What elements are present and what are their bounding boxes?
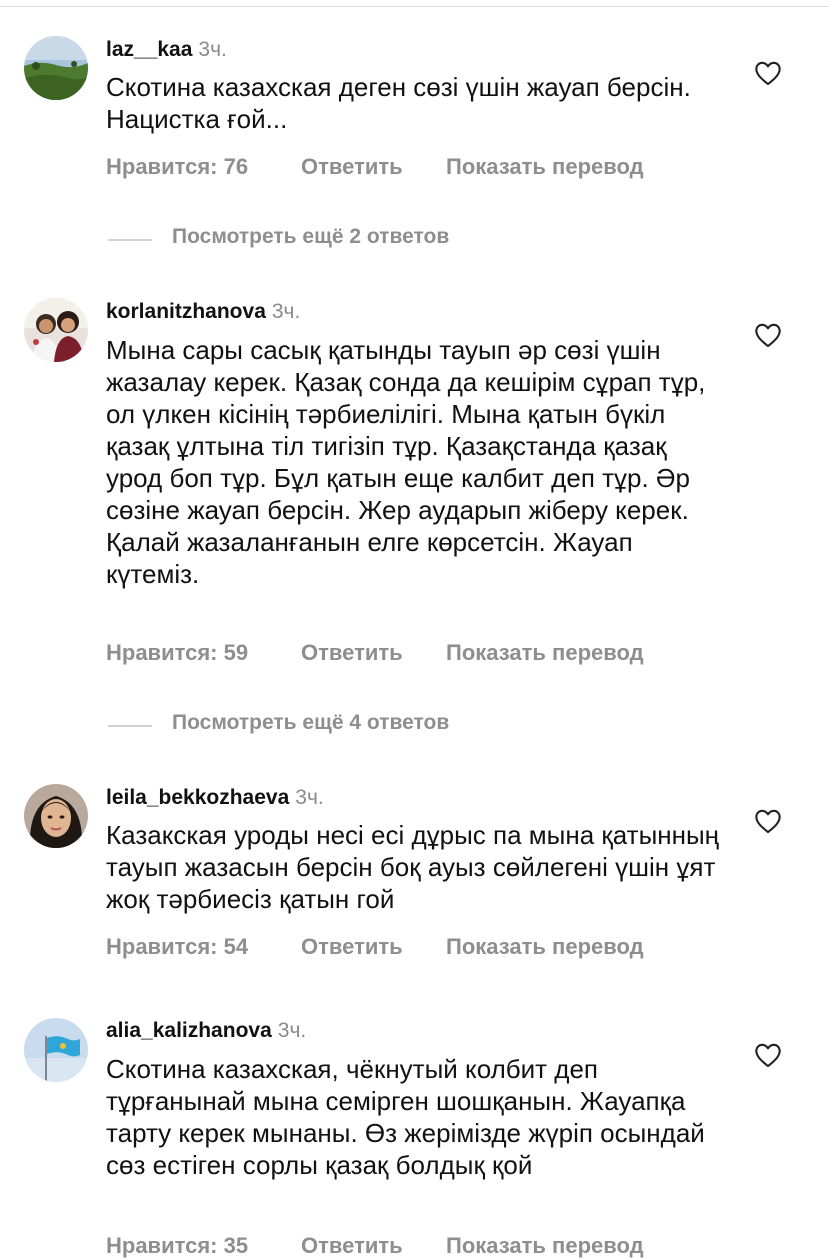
show-translation-button[interactable]: Показать перевод — [446, 1233, 644, 1259]
likes-count[interactable]: Нравится: 76 — [106, 154, 248, 180]
comment-time: 3ч. — [198, 38, 227, 61]
show-translation-button[interactable]: Показать перевод — [446, 934, 644, 960]
avatar[interactable] — [24, 1018, 88, 1082]
heart-outline-icon[interactable] — [754, 322, 782, 348]
heart-outline-icon[interactable] — [754, 60, 782, 86]
reply-button[interactable]: Ответить — [301, 640, 403, 666]
likes-count[interactable]: Нравится: 59 — [106, 640, 248, 666]
avatar-flag-image — [24, 1018, 88, 1082]
comment-text: Мына сары сасық қатынды тауып әр сөзі үш… — [106, 335, 706, 589]
reply-button[interactable]: Ответить — [301, 934, 403, 960]
comment-text: Скотина казахская деген сөзі үшін жауап … — [106, 72, 691, 134]
view-more-replies-label[interactable]: Посмотреть ещё 2 ответов — [172, 225, 449, 249]
avatar[interactable] — [24, 784, 88, 848]
comment-time: 3ч. — [277, 1019, 307, 1042]
reply-button[interactable]: Ответить — [301, 154, 403, 180]
replies-divider-line — [108, 239, 152, 241]
top-divider — [0, 6, 829, 7]
show-translation-button[interactable]: Показать перевод — [446, 640, 644, 666]
avatar[interactable] — [24, 36, 88, 100]
view-more-replies-label[interactable]: Посмотреть ещё 4 ответов — [172, 711, 449, 735]
comment-text: Казакская уроды несі есі дұрыс па мына қ… — [106, 820, 720, 914]
comment-username[interactable]: leila_bekkozhaeva 3ч. — [106, 786, 324, 810]
avatar[interactable] — [24, 298, 88, 362]
heart-outline-icon[interactable] — [754, 1042, 782, 1068]
show-translation-button[interactable]: Показать перевод — [446, 154, 644, 180]
likes-count[interactable]: Нравится: 35 — [106, 1233, 248, 1259]
comment-username[interactable]: alia_kalizhanova 3ч. — [106, 1019, 306, 1043]
comment-text: Скотина казахская, чёкнутый колбит деп т… — [106, 1054, 705, 1180]
avatar-portrait-image — [24, 784, 88, 848]
avatar-photo-image — [24, 298, 88, 362]
reply-button[interactable]: Ответить — [301, 1233, 403, 1259]
username-text[interactable]: leila_bekkozhaeva — [106, 786, 289, 809]
comment-username[interactable]: laz__kaa 3ч. — [106, 38, 227, 62]
comment-username[interactable]: korlanitzhanova 3ч. — [106, 300, 300, 324]
username-text[interactable]: korlanitzhanova — [106, 300, 266, 323]
username-text[interactable]: laz__kaa — [106, 38, 192, 61]
replies-divider-line — [108, 725, 152, 727]
heart-outline-icon[interactable] — [754, 808, 782, 834]
comment-time: 3ч. — [271, 300, 301, 323]
likes-count[interactable]: Нравится: 54 — [106, 934, 248, 960]
comment-time: 3ч. — [295, 786, 324, 809]
avatar-landscape-image — [24, 36, 88, 100]
username-text[interactable]: alia_kalizhanova — [106, 1019, 272, 1042]
